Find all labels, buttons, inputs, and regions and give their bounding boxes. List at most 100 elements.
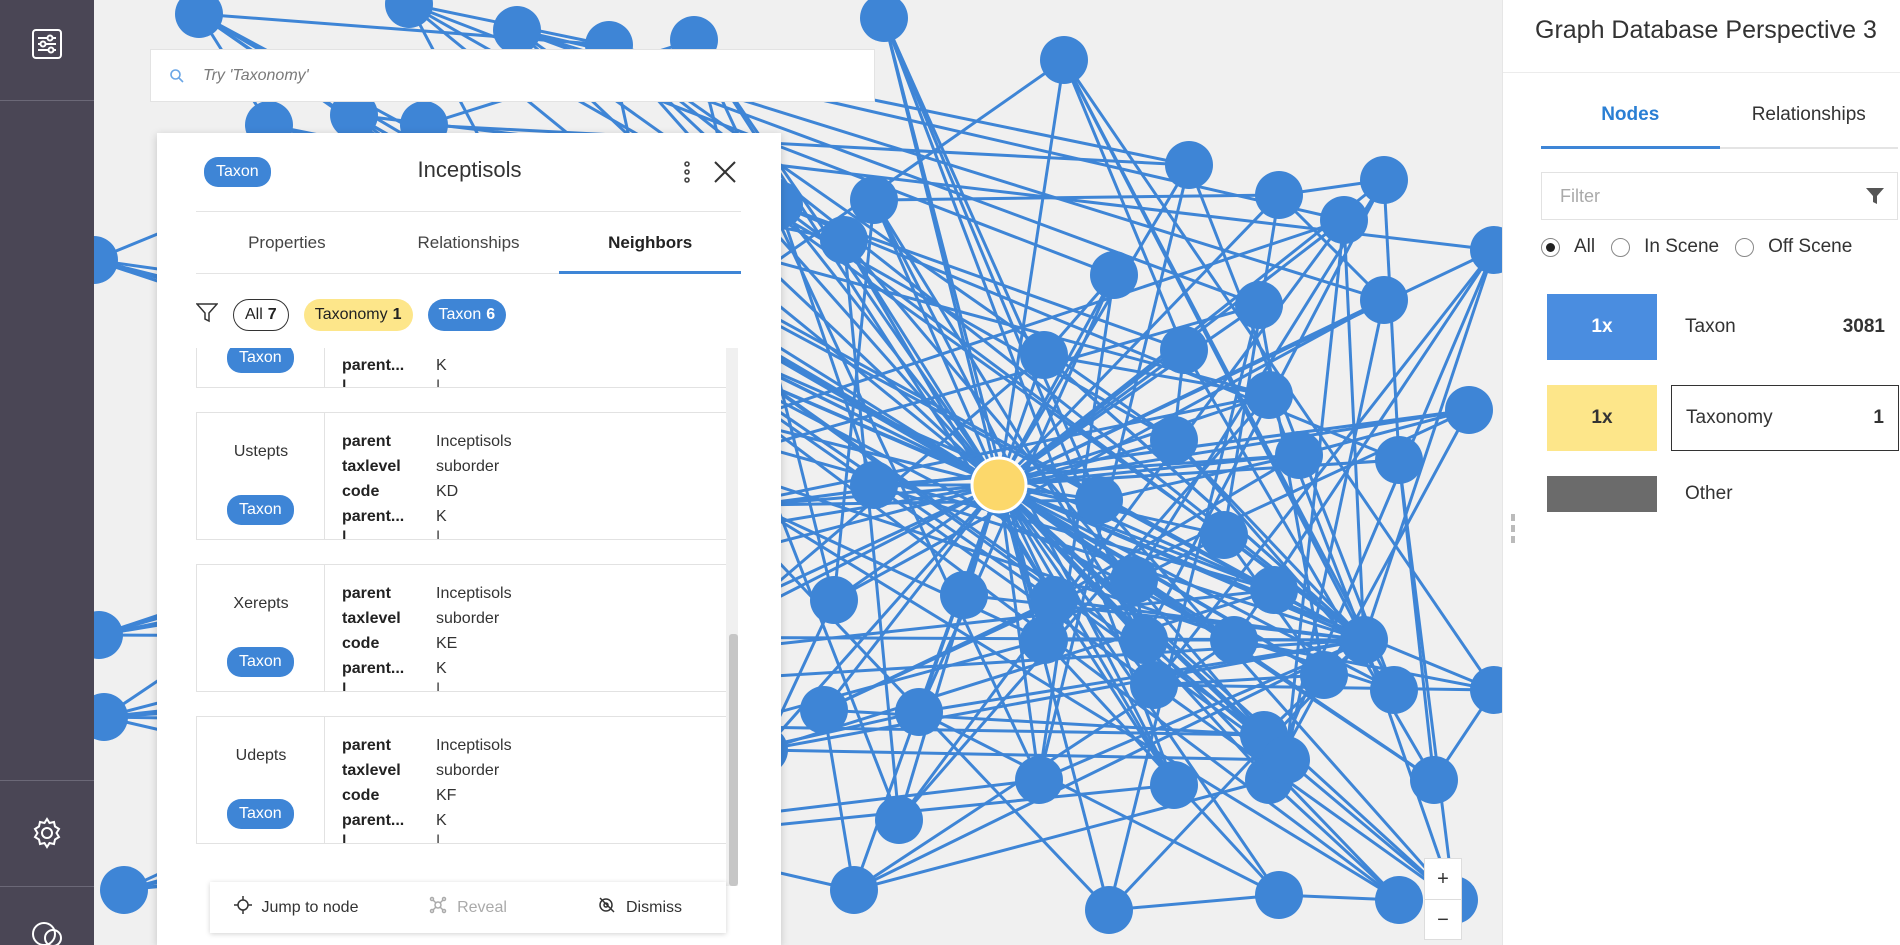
neighbor-card[interactable]: Xerepts Taxon parent Inceptisols taxlevel… [196, 564, 728, 692]
graph-node[interactable] [850, 461, 898, 509]
radio-in-scene[interactable]: In Scene [1611, 236, 1719, 258]
scrollbar-thumb[interactable] [729, 634, 738, 886]
graph-node[interactable] [1015, 756, 1063, 804]
filter-chip-all[interactable]: All 7 [233, 299, 289, 331]
graph-node[interactable] [1250, 566, 1298, 614]
filter-icon[interactable] [195, 302, 219, 328]
graph-node[interactable] [385, 0, 433, 28]
graph-node[interactable] [1375, 436, 1423, 484]
neighbor-card[interactable]: Ustepts Taxon parent Inceptisols taxlevel… [196, 412, 728, 540]
tab-relationships[interactable]: Relationships [378, 212, 560, 273]
tab-nodes[interactable]: Nodes [1541, 82, 1720, 149]
graph-node[interactable] [875, 796, 923, 844]
category-row-other[interactable]: Other [1547, 476, 1899, 512]
graph-node-selected[interactable] [970, 456, 1028, 514]
graph-node[interactable] [1445, 386, 1493, 434]
neighbor-card[interactable]: Taxon codeKC parent...K || [196, 348, 728, 388]
neighbor-card[interactable]: Udepts Taxon parent Inceptisols taxlevel s… [196, 716, 728, 844]
category-filter[interactable] [1541, 172, 1898, 220]
panel-resize-handle[interactable] [1510, 514, 1516, 544]
gear-icon[interactable] [0, 803, 94, 863]
graph-node[interactable] [810, 576, 858, 624]
graph-node[interactable] [1020, 616, 1068, 664]
graph-node[interactable] [850, 176, 898, 224]
category-color-swatch[interactable] [1547, 476, 1657, 512]
category-color-swatch[interactable]: 1x [1547, 294, 1657, 360]
graph-node[interactable] [1165, 141, 1213, 189]
category-label-box[interactable]: Taxon 3081 [1671, 294, 1899, 360]
graph-node[interactable] [1200, 511, 1248, 559]
graph-node[interactable] [1160, 326, 1208, 374]
graph-node[interactable] [1340, 616, 1388, 664]
tab-neighbors[interactable]: Neighbors [559, 212, 741, 274]
close-icon[interactable] [710, 157, 740, 187]
graph-node[interactable] [860, 0, 908, 42]
jump-to-node-button[interactable]: Jump to node [210, 896, 382, 919]
category-label-box[interactable]: Taxonomy 1 [1671, 385, 1899, 451]
graph-node[interactable] [1210, 616, 1258, 664]
filter-chip-taxon[interactable]: Taxon 6 [427, 299, 507, 331]
graph-node[interactable] [1020, 331, 1068, 379]
graph-node[interactable] [1410, 756, 1458, 804]
graph-node[interactable] [1275, 431, 1323, 479]
filter-input[interactable] [1542, 185, 1842, 207]
category-name: Taxon [1685, 316, 1736, 337]
graph-node[interactable] [100, 866, 148, 914]
graph-node[interactable] [175, 0, 223, 38]
graph-node[interactable] [1255, 871, 1303, 919]
graph-node[interactable] [1320, 196, 1368, 244]
graph-node[interactable] [1030, 576, 1078, 624]
graph-node[interactable] [1245, 371, 1293, 419]
graph-node[interactable] [1090, 251, 1138, 299]
graph-node[interactable] [1150, 761, 1198, 809]
search-input[interactable] [203, 66, 803, 85]
neighbor-list: Taxon codeKC parent...K || Ustepts Taxon… [196, 348, 732, 868]
graph-node[interactable] [94, 236, 118, 284]
more-vertical-icon[interactable] [677, 157, 697, 187]
graph-node[interactable] [1470, 226, 1502, 274]
graph-node[interactable] [1150, 416, 1198, 464]
filter-icon[interactable] [1865, 186, 1885, 211]
graph-node[interactable] [1130, 661, 1178, 709]
graph-node[interactable] [1360, 156, 1408, 204]
neighbor-label-badge: Taxon [227, 495, 294, 525]
zoom-in-button[interactable]: + [1425, 859, 1461, 899]
graph-node[interactable] [1040, 36, 1088, 84]
graph-node[interactable] [1300, 651, 1348, 699]
category-color-swatch[interactable]: 1x [1547, 385, 1657, 451]
graph-node[interactable] [1360, 276, 1408, 324]
tab-properties[interactable]: Properties [196, 212, 378, 273]
graph-node[interactable] [1085, 886, 1133, 934]
graph-node[interactable] [940, 571, 988, 619]
graph-node[interactable] [94, 693, 128, 741]
search-bar[interactable] [150, 49, 875, 102]
zoom-out-button[interactable]: − [1425, 900, 1461, 940]
chat-icon[interactable] [0, 915, 94, 945]
category-label-box[interactable]: Other [1671, 476, 1899, 512]
graph-node[interactable] [800, 686, 848, 734]
sliders-icon[interactable] [0, 14, 94, 74]
graph-node[interactable] [895, 688, 943, 736]
dismiss-button[interactable]: Dismiss [554, 896, 726, 919]
category-row-taxon[interactable]: 1x Taxon 3081 [1547, 294, 1899, 360]
filter-chip-taxonomy[interactable]: Taxonomy 1 [303, 299, 413, 331]
radio-off-scene[interactable]: Off Scene [1735, 236, 1852, 258]
graph-node[interactable] [1110, 556, 1158, 604]
tab-relationships[interactable]: Relationships [1720, 82, 1899, 147]
graph-node[interactable] [1235, 281, 1283, 329]
graph-node[interactable] [820, 216, 868, 264]
graph-node[interactable] [94, 611, 123, 659]
graph-node[interactable] [1262, 736, 1310, 784]
graph-node[interactable] [1470, 666, 1502, 714]
category-row-taxonomy[interactable]: 1x Taxonomy 1 [1547, 385, 1899, 451]
graph-node[interactable] [1255, 171, 1303, 219]
graph-node[interactable] [830, 866, 878, 914]
reveal-button[interactable]: Reveal [382, 896, 554, 919]
graph-node[interactable] [1370, 666, 1418, 714]
graph-node[interactable] [1075, 476, 1123, 524]
graph-node[interactable] [1375, 876, 1423, 924]
neighbor-properties: parent Inceptisols taxlevel suborder code K… [342, 733, 722, 844]
graph-node[interactable] [1120, 616, 1168, 664]
radio-all[interactable]: All [1541, 236, 1595, 258]
graph-node[interactable] [493, 6, 541, 54]
